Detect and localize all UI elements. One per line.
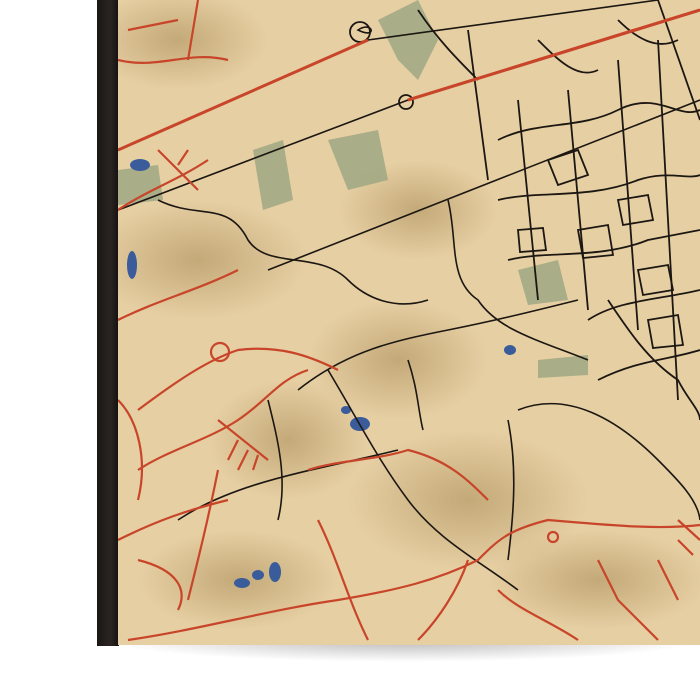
map-artwork [118, 0, 700, 645]
frame-side-edge [97, 0, 119, 646]
map-canvas [118, 0, 700, 645]
